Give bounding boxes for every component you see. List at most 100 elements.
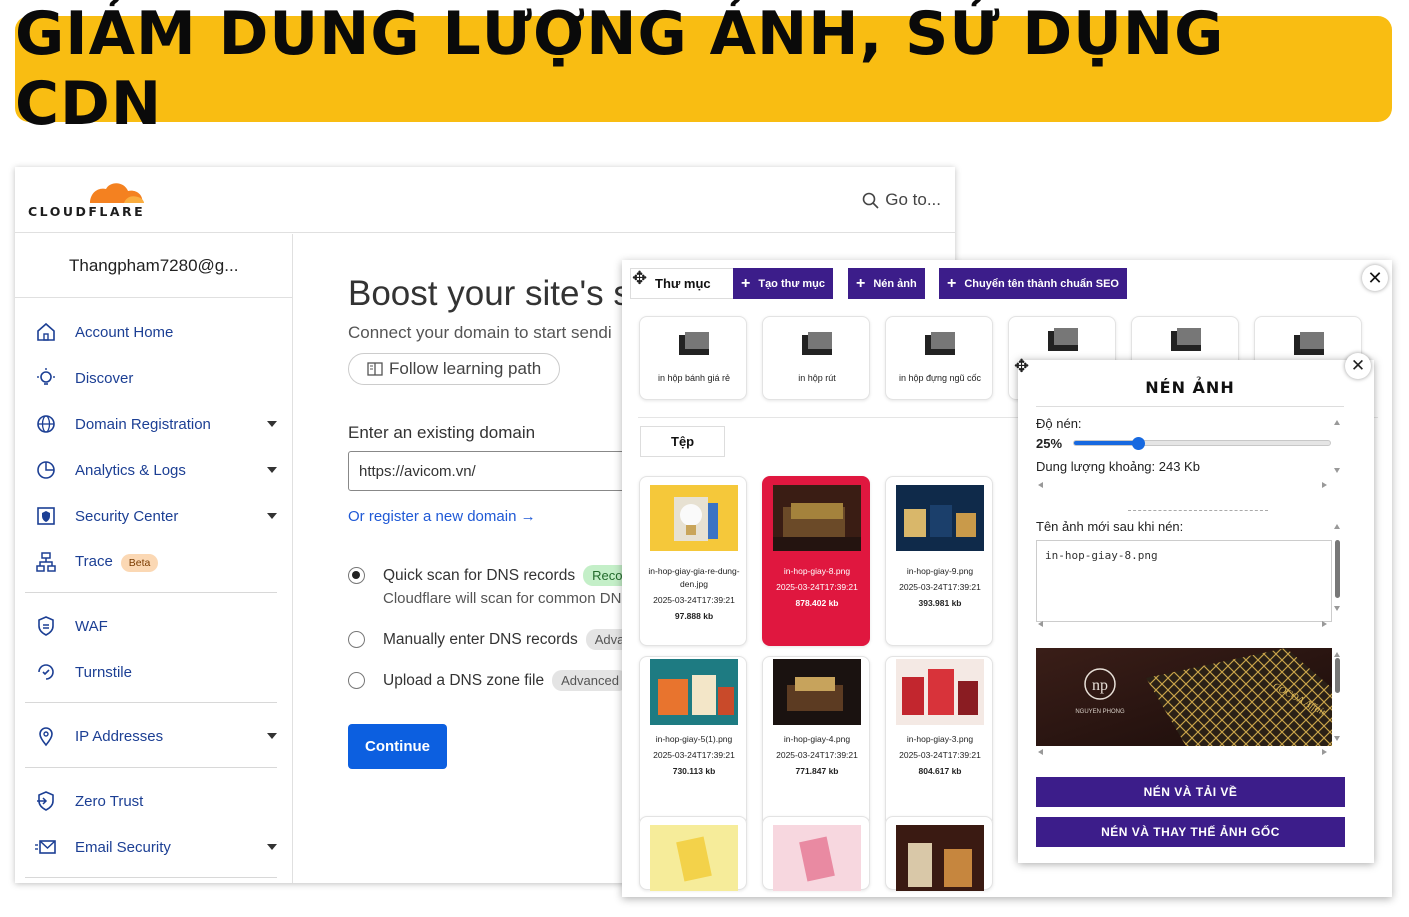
page-subtitle: Connect your domain to start sendi bbox=[348, 323, 612, 342]
cloudflare-wordmark: CLOUDFLARE bbox=[28, 204, 146, 219]
file-card[interactable] bbox=[885, 816, 993, 891]
sidebar-item-analytics[interactable]: Analytics & Logs bbox=[15, 451, 293, 489]
scrollbar-thumb[interactable] bbox=[1335, 658, 1340, 693]
file-date: 2025-03-24T17:39:21 bbox=[899, 582, 981, 592]
cloudflare-header: CLOUDFLARE Go to... bbox=[15, 167, 955, 233]
radio-manual-dns[interactable] bbox=[348, 631, 365, 648]
chevron-down-icon[interactable] bbox=[267, 467, 277, 473]
file-card[interactable] bbox=[762, 816, 870, 891]
sidebar-item-turnstile[interactable]: Turnstile bbox=[15, 653, 293, 691]
file-card[interactable]: in-hop-giay-9.png 2025-03-24T17:39:21 393.… bbox=[885, 476, 993, 646]
new-name-input[interactable]: in-hop-giay-8.png bbox=[1036, 540, 1332, 622]
file-date: 2025-03-24T17:39:21 bbox=[776, 582, 858, 592]
scroll-left-arrow[interactable] bbox=[1038, 482, 1043, 488]
sidebar-item-trace[interactable]: Trace Beta bbox=[15, 543, 293, 581]
preview-scrollbar[interactable] bbox=[1334, 648, 1342, 746]
option-upload-zone[interactable]: Upload a DNS zone file Advanced bbox=[348, 670, 628, 691]
pie-chart-icon bbox=[37, 461, 55, 479]
compression-slider[interactable] bbox=[1073, 437, 1331, 450]
sidebar-item-security-center[interactable]: Security Center bbox=[15, 497, 293, 535]
scroll-down-arrow[interactable] bbox=[1334, 468, 1340, 473]
sidebar-item-email-security[interactable]: Email Security bbox=[15, 828, 293, 866]
sidebar-item-label: Email Security bbox=[75, 838, 171, 856]
files-tab[interactable]: Tệp bbox=[640, 426, 725, 457]
scroll-up-arrow[interactable] bbox=[1334, 420, 1340, 425]
option-manual-dns[interactable]: Manually enter DNS records Adva bbox=[348, 629, 634, 650]
option-quick-scan[interactable]: Quick scan for DNS records Recor bbox=[348, 565, 636, 586]
create-folder-button[interactable]: + Tạo thư mục bbox=[733, 268, 833, 299]
file-card[interactable]: in-hop-giay-5(1).png 2025-03-24T17:39:21 7… bbox=[639, 656, 747, 826]
scroll-up-arrow[interactable] bbox=[1334, 524, 1340, 529]
title-banner: GIẢM DUNG LƯỢNG ẢNH, SỬ DỤNG CDN bbox=[15, 0, 1392, 139]
sidebar-item-zero-trust[interactable]: Zero Trust bbox=[15, 782, 293, 820]
radio-upload-zone[interactable] bbox=[348, 672, 365, 689]
file-date: 2025-03-24T17:39:21 bbox=[653, 595, 735, 605]
estimated-size: Dung lượng khoảng: 243 Kb bbox=[1036, 459, 1200, 474]
close-icon[interactable]: ✕ bbox=[1362, 265, 1388, 291]
cloudflare-logo-icon[interactable] bbox=[28, 177, 148, 227]
account-switcher[interactable]: Thangpham7280@g... bbox=[15, 234, 293, 298]
sidebar-item-discover[interactable]: Discover bbox=[15, 359, 293, 397]
folder-card[interactable]: in hộp đựng ngũ cốc bbox=[885, 316, 993, 400]
file-size: 393.981 kb bbox=[918, 598, 962, 608]
move-icon[interactable]: ✥ bbox=[632, 268, 647, 289]
chevron-down-icon[interactable] bbox=[267, 733, 277, 739]
sidebar-item-waf[interactable]: WAF bbox=[15, 607, 293, 645]
compress-replace-button[interactable]: NÉN VÀ THAY THẾ ẢNH GỐC bbox=[1036, 817, 1345, 847]
file-name: in-hop-giay-4.png bbox=[783, 734, 851, 744]
folder-card[interactable]: in hộp rút bbox=[762, 316, 870, 400]
file-card[interactable]: in-hop-giay-3.png 2025-03-24T17:39:21 804.… bbox=[885, 656, 993, 826]
sidebar-item-label: Account Home bbox=[75, 323, 174, 341]
dialog-title: NÉN ẢNH bbox=[1145, 378, 1235, 397]
globe-icon bbox=[37, 415, 55, 433]
scroll-down-arrow[interactable] bbox=[1334, 736, 1340, 741]
scroll-right-arrow[interactable] bbox=[1322, 621, 1327, 627]
seo-rename-button[interactable]: + Chuyển tên thành chuẩn SEO bbox=[939, 268, 1127, 299]
file-card[interactable] bbox=[639, 816, 747, 891]
file-size: 730.113 kb bbox=[672, 766, 716, 776]
compress-download-button[interactable]: NÉN VÀ TẢI VỀ bbox=[1036, 777, 1345, 807]
file-card[interactable]: in-hop-giay-4.png 2025-03-24T17:39:21 771.… bbox=[762, 656, 870, 826]
move-icon[interactable]: ✥ bbox=[1014, 356, 1029, 377]
compress-image-label: Nén ảnh bbox=[873, 277, 917, 290]
option-label: Quick scan for DNS records bbox=[383, 566, 576, 584]
close-icon[interactable]: ✕ bbox=[1345, 353, 1371, 379]
scroll-right-arrow[interactable] bbox=[1322, 482, 1327, 488]
shield-box-icon bbox=[37, 507, 55, 525]
file-date: 2025-03-24T17:39:21 bbox=[776, 750, 858, 760]
folder-name: in hộp đựng ngũ cốc bbox=[898, 373, 982, 383]
scroll-left-arrow[interactable] bbox=[1038, 749, 1043, 755]
chevron-down-icon[interactable] bbox=[267, 513, 277, 519]
scroll-left-arrow[interactable] bbox=[1038, 621, 1043, 627]
scroll-right-arrow[interactable] bbox=[1322, 749, 1327, 755]
compress-image-button[interactable]: + Nén ảnh bbox=[848, 268, 925, 299]
register-domain-link[interactable]: Or register a new domain → bbox=[348, 508, 536, 525]
folder-icon bbox=[802, 332, 832, 355]
file-card-selected[interactable]: in-hop-giay-8.png 2025-03-24T17:39:21 878.… bbox=[762, 476, 870, 646]
sidebar-item-domain-registration[interactable]: Domain Registration bbox=[15, 405, 293, 443]
chevron-down-icon[interactable] bbox=[267, 421, 277, 427]
continue-button[interactable]: Continue bbox=[348, 724, 447, 769]
option-label: Manually enter DNS records bbox=[383, 630, 578, 648]
folder-card[interactable]: in hộp bánh giá rẻ bbox=[639, 316, 747, 400]
learning-path-button[interactable]: Follow learning path bbox=[348, 353, 561, 385]
radio-quick-scan[interactable] bbox=[348, 567, 365, 584]
domain-input[interactable]: https://avicom.vn/ bbox=[348, 451, 648, 491]
beta-badge: Beta bbox=[120, 553, 159, 572]
goto-search[interactable]: Go to... bbox=[862, 190, 941, 210]
lightbulb-icon bbox=[37, 368, 55, 385]
page-title: Boost your site's s bbox=[348, 274, 631, 313]
scroll-down-arrow[interactable] bbox=[1334, 606, 1340, 611]
file-card[interactable]: in-hop-giay-gia-re-dung-den.jpg 2025-03-2… bbox=[639, 476, 747, 646]
sidebar-item-ip-addresses[interactable]: IP Addresses bbox=[15, 717, 293, 755]
email-icon bbox=[35, 840, 56, 854]
slider-handle[interactable] bbox=[1132, 437, 1145, 450]
folders-tab[interactable]: Thư mục bbox=[630, 268, 745, 299]
nav-divider bbox=[25, 877, 277, 878]
scrollbar-thumb[interactable] bbox=[1335, 540, 1340, 598]
file-info: in-hop-giay-4.png 2025-03-24T17:39:21 771.… bbox=[765, 733, 869, 778]
sidebar-item-account-home[interactable]: Account Home bbox=[15, 313, 293, 351]
file-size: 97.888 kb bbox=[674, 611, 714, 621]
scroll-up-arrow[interactable] bbox=[1334, 652, 1340, 657]
chevron-down-icon[interactable] bbox=[267, 844, 277, 850]
